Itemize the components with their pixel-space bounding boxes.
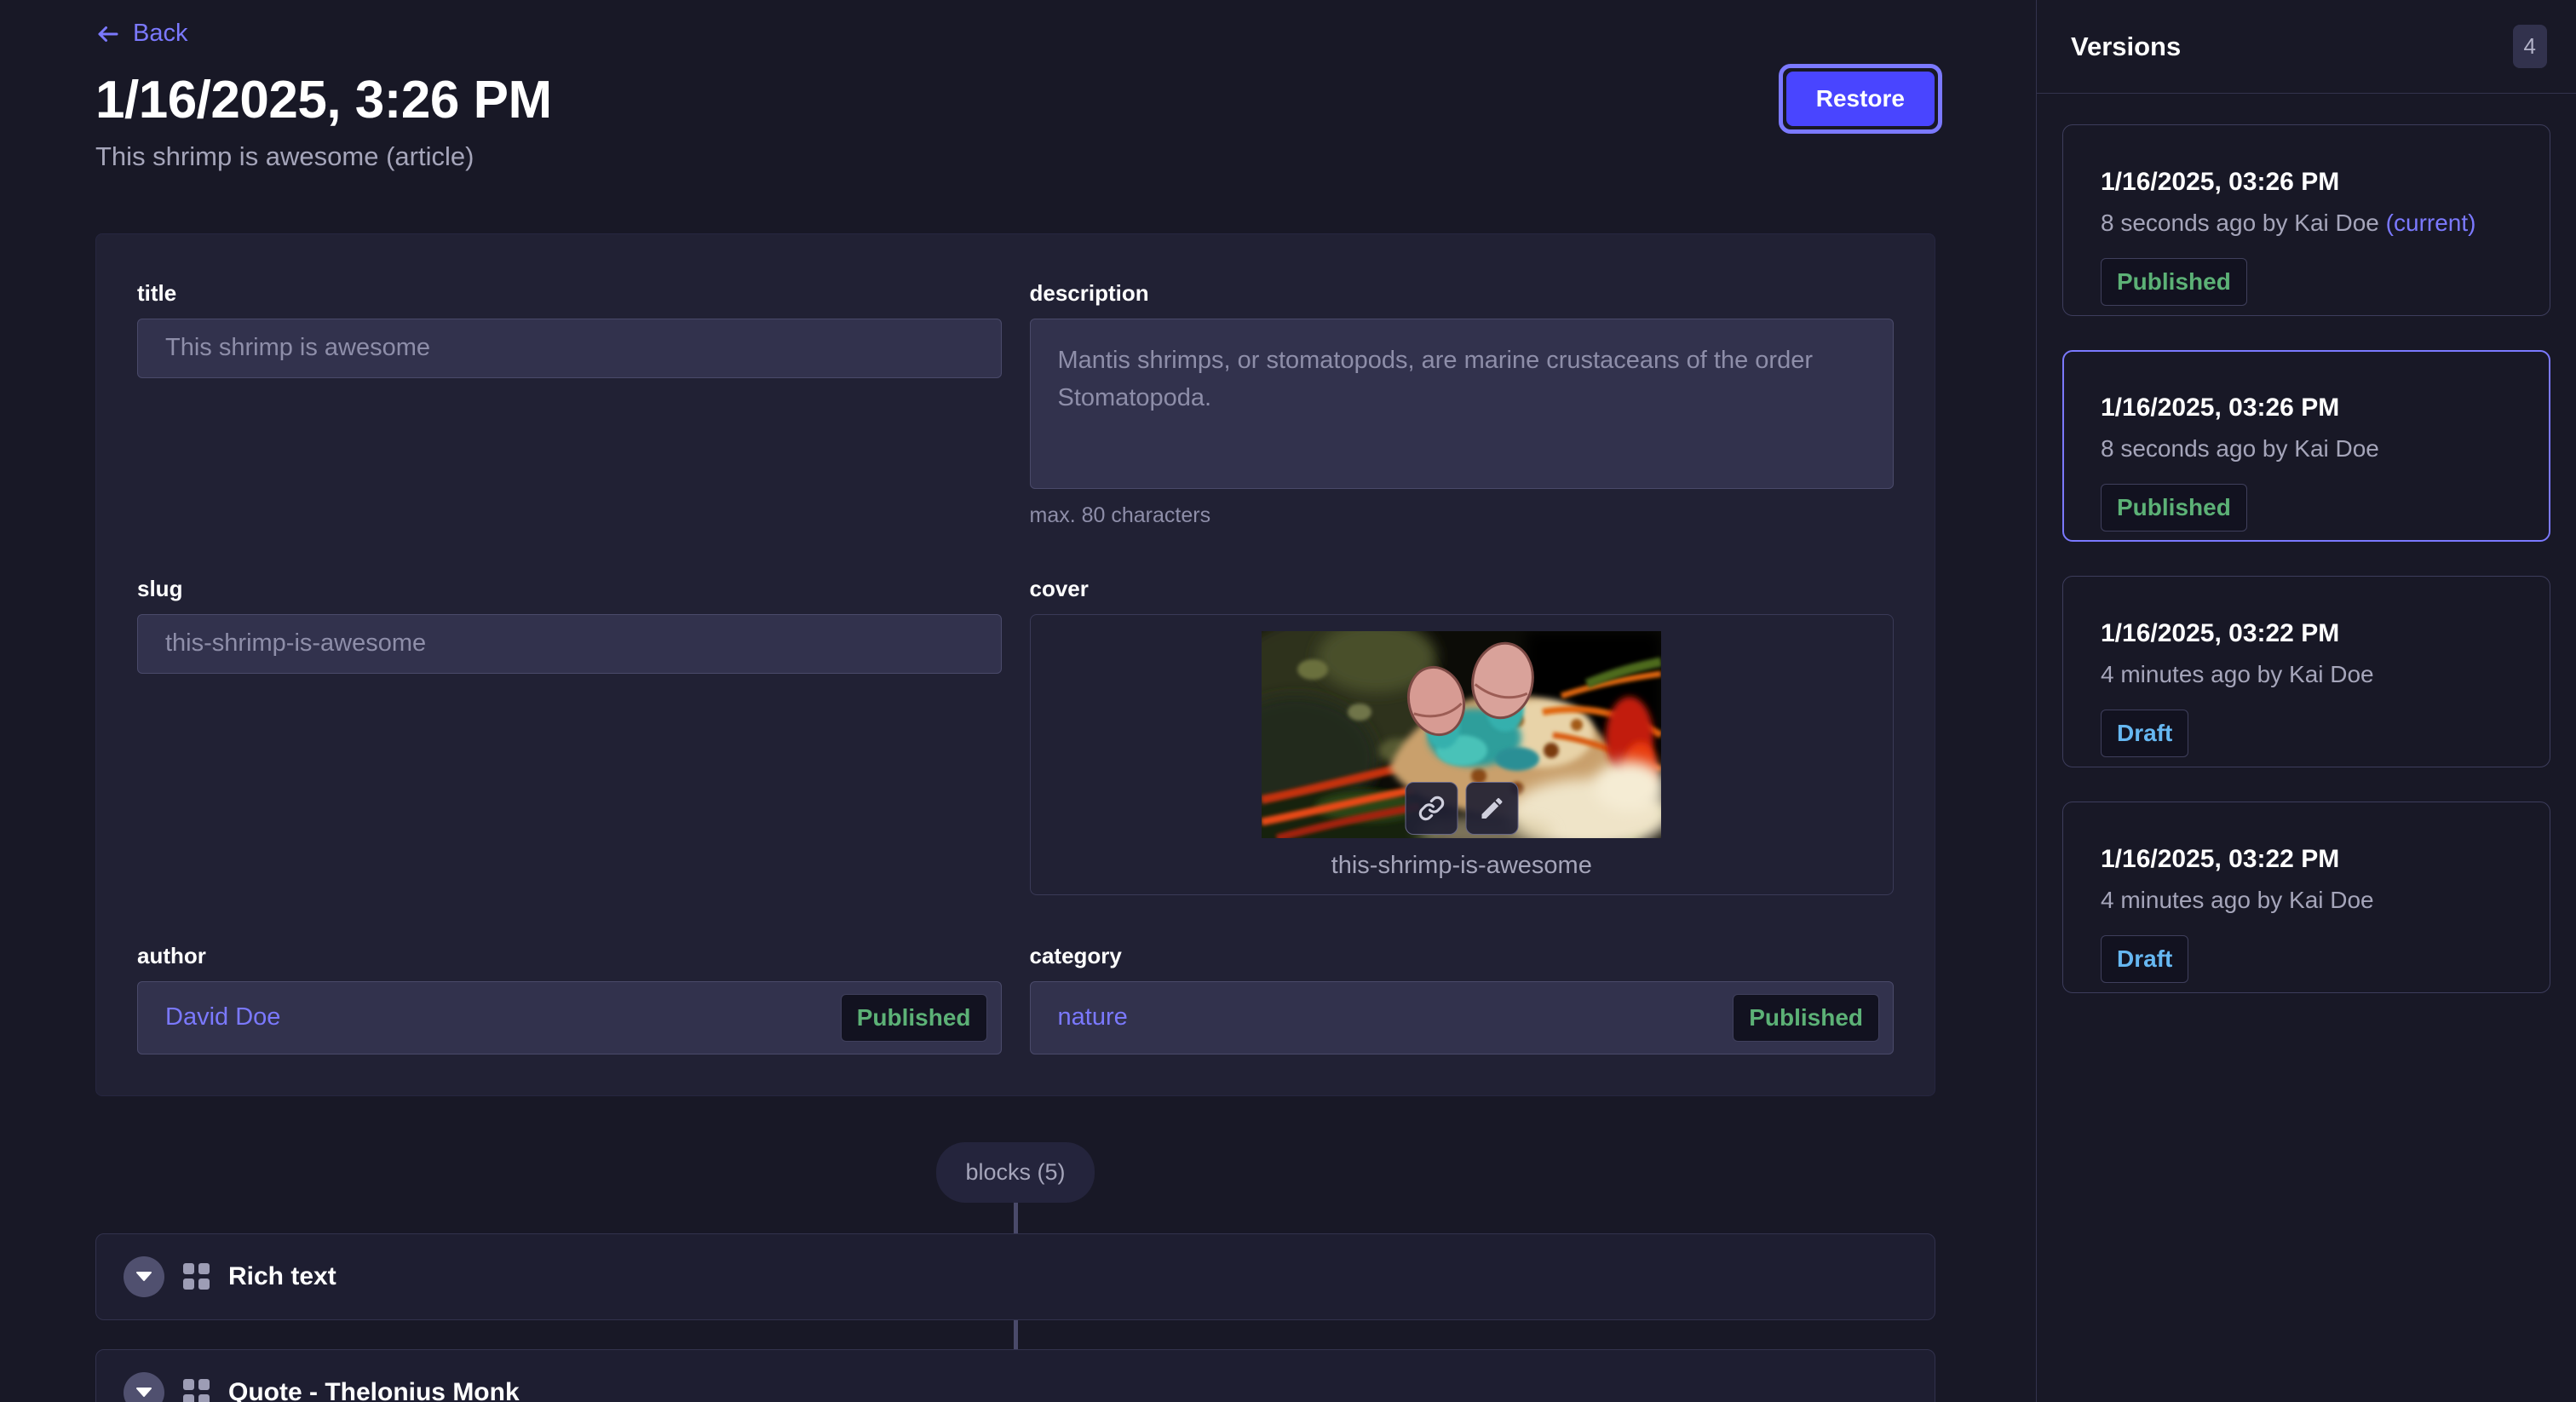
version-card[interactable]: 1/16/2025, 03:26 PM 8 seconds ago by Kai…: [2062, 350, 2550, 542]
description-textarea: Mantis shrimps, or stomatopods, are mari…: [1030, 319, 1895, 489]
category-label: category: [1030, 943, 1895, 969]
version-meta: 4 minutes ago by Kai Doe: [2101, 661, 2514, 688]
versions-list: 1/16/2025, 03:26 PM 8 seconds ago by Kai…: [2037, 94, 2576, 1024]
cover-card: this-shrimp-is-awesome: [1030, 614, 1895, 895]
cover-link-button[interactable]: [1405, 782, 1458, 835]
status-badge: Draft: [2101, 935, 2188, 983]
drag-handle-icon[interactable]: [183, 1379, 210, 1402]
author-link[interactable]: David Doe: [165, 1003, 280, 1031]
status-badge: Published: [841, 994, 987, 1042]
cover-edit-button[interactable]: [1465, 782, 1518, 835]
version-card[interactable]: 1/16/2025, 03:22 PM 4 minutes ago by Kai…: [2062, 576, 2550, 767]
blocks-connector: [1014, 1203, 1018, 1233]
field-title: title: [137, 280, 1002, 528]
cover-caption: this-shrimp-is-awesome: [1331, 852, 1592, 880]
version-current-flag: (current): [2386, 210, 2476, 236]
cover-actions: [1405, 782, 1518, 835]
versions-header: Versions 4: [2037, 0, 2576, 94]
cover-label: cover: [1030, 576, 1895, 602]
version-card[interactable]: 1/16/2025, 03:26 PM 8 seconds ago by Kai…: [2062, 124, 2550, 316]
restore-focus-ring: Restore: [1779, 64, 1942, 134]
title-label: title: [137, 280, 1002, 307]
version-form-panel: title description Mantis shrimps, or sto…: [95, 233, 1935, 1096]
back-link[interactable]: Back: [95, 20, 187, 48]
category-link[interactable]: nature: [1058, 1003, 1128, 1031]
cover-media: [1262, 631, 1661, 838]
field-category: category nature Published: [1030, 943, 1895, 1054]
back-label: Back: [133, 20, 187, 48]
page-title: 1/16/2025, 3:26 PM: [95, 73, 1935, 128]
collapse-toggle-button[interactable]: [124, 1256, 164, 1297]
version-meta-text: 4 minutes ago by Kai Doe: [2101, 661, 2374, 687]
version-meta: 8 seconds ago by Kai Doe: [2101, 435, 2514, 463]
versions-sidebar: Versions 4 1/16/2025, 03:26 PM 8 seconds…: [2036, 0, 2576, 1402]
chevron-down-icon: [135, 1387, 152, 1399]
field-description: description Mantis shrimps, or stomatopo…: [1030, 280, 1895, 528]
slug-input: [137, 614, 1002, 674]
main-content: Back 1/16/2025, 3:26 PM This shrimp is a…: [0, 0, 2036, 1402]
block-label: Quote - Thelonius Monk: [228, 1378, 520, 1402]
page-subtitle: This shrimp is awesome (article): [95, 141, 1935, 172]
version-meta-text: 8 seconds ago by Kai Doe: [2101, 435, 2379, 462]
title-input: [137, 319, 1002, 378]
author-relation-box: David Doe Published: [137, 981, 1002, 1054]
status-badge: Published: [2101, 258, 2247, 306]
status-badge: Published: [2101, 484, 2247, 531]
version-card[interactable]: 1/16/2025, 03:22 PM 4 minutes ago by Kai…: [2062, 802, 2550, 993]
version-meta-text: 8 seconds ago by Kai Doe: [2101, 210, 2379, 236]
author-label: author: [137, 943, 1002, 969]
status-badge: Draft: [2101, 710, 2188, 757]
version-meta: 4 minutes ago by Kai Doe: [2101, 887, 2514, 914]
blocks-pill: blocks (5): [936, 1142, 1094, 1203]
version-date: 1/16/2025, 03:22 PM: [2101, 619, 2514, 648]
field-cover: cover: [1030, 576, 1895, 895]
blocks-zone: blocks (5) Rich text Quote - Thelonius M…: [95, 1142, 1935, 1402]
description-label: description: [1030, 280, 1895, 307]
field-slug: slug: [137, 576, 1002, 895]
chevron-down-icon: [135, 1271, 152, 1283]
collapse-toggle-button[interactable]: [124, 1372, 164, 1402]
version-meta: 8 seconds ago by Kai Doe (current): [2101, 210, 2514, 237]
blocks-connector: [1014, 1320, 1018, 1349]
status-badge: Published: [1733, 994, 1879, 1042]
block-row-rich-text[interactable]: Rich text: [95, 1233, 1935, 1320]
versions-title: Versions: [2071, 32, 2181, 62]
block-row-quote[interactable]: Quote - Thelonius Monk: [95, 1349, 1935, 1402]
block-label: Rich text: [228, 1262, 336, 1291]
field-author: author David Doe Published: [137, 943, 1002, 1054]
back-arrow-icon: [95, 21, 121, 47]
version-date: 1/16/2025, 03:22 PM: [2101, 845, 2514, 874]
category-relation-box: nature Published: [1030, 981, 1895, 1054]
version-meta-text: 4 minutes ago by Kai Doe: [2101, 887, 2374, 913]
description-helper: max. 80 characters: [1030, 503, 1895, 528]
link-icon: [1417, 794, 1446, 823]
pencil-icon: [1478, 795, 1505, 822]
drag-handle-icon[interactable]: [183, 1263, 210, 1290]
restore-button[interactable]: Restore: [1786, 72, 1935, 126]
version-date: 1/16/2025, 03:26 PM: [2101, 394, 2514, 422]
version-date: 1/16/2025, 03:26 PM: [2101, 168, 2514, 197]
slug-label: slug: [137, 576, 1002, 602]
versions-count-badge: 4: [2513, 25, 2547, 68]
